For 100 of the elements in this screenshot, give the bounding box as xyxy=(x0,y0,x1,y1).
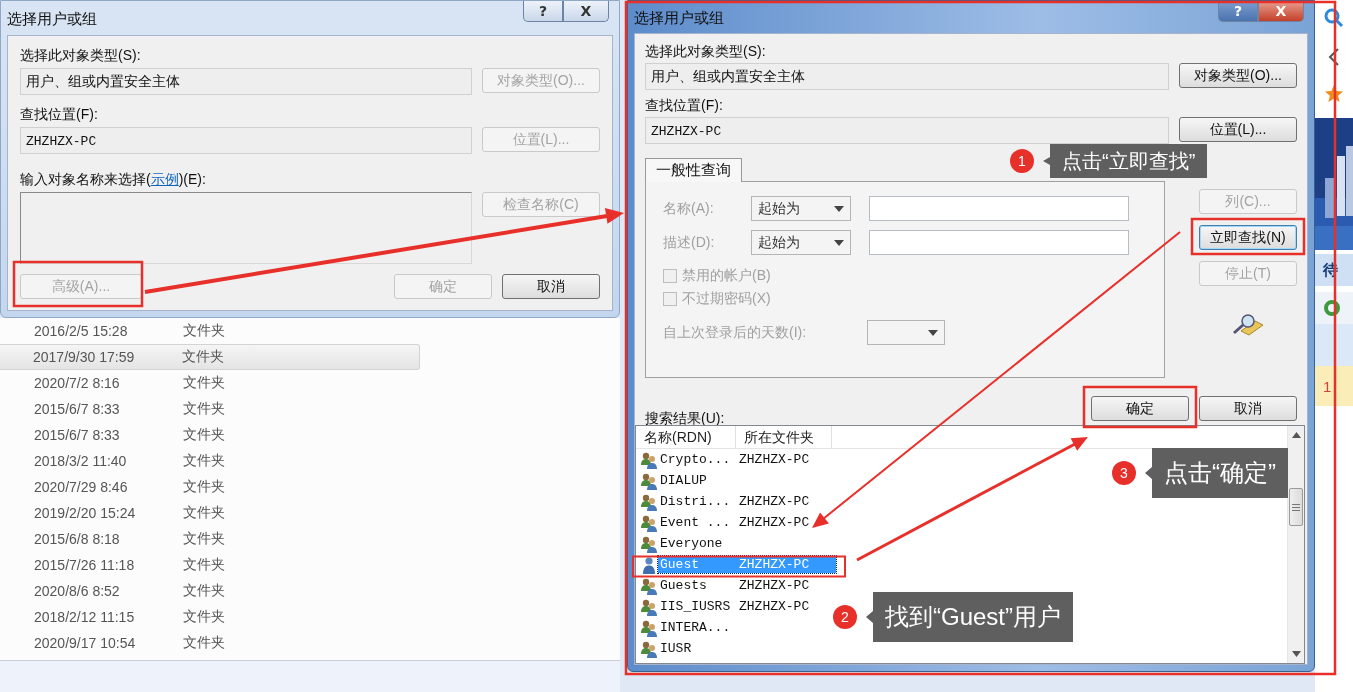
result-row[interactable]: Crypto... ZHZHZX-PC xyxy=(658,451,836,468)
column-header[interactable]: 所在文件夹 xyxy=(736,426,832,448)
object-names-field[interactable] xyxy=(20,192,472,264)
file-type: 文件夹 xyxy=(182,348,224,366)
result-row[interactable]: Guests ZHZHZX-PC xyxy=(658,577,836,594)
field-label: 自上次登录后的天数(I): xyxy=(663,323,808,342)
dropdown-caret-icon xyxy=(834,205,844,212)
file-row[interactable]: 2020/7/29 8:46 文件夹 xyxy=(0,474,420,500)
file-row[interactable]: 2015/6/7 8:33 文件夹 xyxy=(0,396,420,422)
file-row[interactable]: 2020/8/6 8:52 文件夹 xyxy=(0,578,420,604)
date-modified: 2020/9/17 10:54 xyxy=(34,635,137,651)
user-icon xyxy=(640,555,658,574)
help-button[interactable]: ? xyxy=(523,1,563,22)
file-type: 文件夹 xyxy=(183,634,225,652)
field-label: 查找位置(F): xyxy=(20,105,99,123)
group-icon xyxy=(640,471,658,490)
date-modified: 2015/6/7 8:33 xyxy=(34,401,121,417)
callout-label: 找到“Guest”用户 xyxy=(866,592,1073,642)
column-header[interactable]: 名称(RDN) xyxy=(636,426,736,448)
date-modified: 2020/7/2 8:16 xyxy=(34,375,121,391)
field-label: 查找位置(F): xyxy=(645,96,724,114)
object-type-field: 用户、组或内置安全主体 xyxy=(645,63,1169,90)
file-row[interactable]: 2018/3/2 11:40 文件夹 xyxy=(0,448,420,474)
group-icon xyxy=(640,534,658,553)
scroll-thumb[interactable] xyxy=(1289,488,1303,526)
scroll-down-icon[interactable] xyxy=(1291,651,1301,657)
field-label: 选择此对象类型(S): xyxy=(645,42,767,60)
scroll-up-icon[interactable] xyxy=(1291,432,1301,438)
file-row[interactable]: 2020/7/2 8:16 文件夹 xyxy=(0,370,420,396)
file-type: 文件夹 xyxy=(183,426,225,444)
ok-button[interactable]: 确定 xyxy=(1091,396,1189,421)
group-icon xyxy=(640,576,658,595)
file-type: 文件夹 xyxy=(183,400,225,418)
result-row[interactable]: IIS_IUSRS ZHZHZX-PC xyxy=(658,598,836,615)
file-row[interactable]: 2015/7/26 11:18 文件夹 xyxy=(0,552,420,578)
date-modified: 2016/2/5 15:28 xyxy=(34,323,129,339)
file-type: 文件夹 xyxy=(183,530,225,548)
chevron-left-icon[interactable] xyxy=(1328,48,1340,66)
field-label: 选择此对象类型(S): xyxy=(20,46,142,64)
file-type: 文件夹 xyxy=(183,582,225,600)
date-modified: 2017/9/30 17:59 xyxy=(33,349,136,365)
group-icon xyxy=(640,639,658,658)
file-type: 文件夹 xyxy=(183,374,225,392)
file-type: 文件夹 xyxy=(183,504,225,522)
result-row[interactable]: Event ... ZHZHZX-PC xyxy=(658,514,836,531)
search-icon xyxy=(1324,8,1344,28)
scrollbar[interactable] xyxy=(1287,426,1304,663)
search-input[interactable] xyxy=(869,196,1129,221)
close-button[interactable]: X xyxy=(563,1,609,22)
file-row[interactable]: 2019/2/20 15:24 文件夹 xyxy=(0,500,420,526)
group-icon xyxy=(640,492,658,511)
result-row[interactable]: Everyone xyxy=(658,535,836,552)
query-tab[interactable]: 一般性查询 xyxy=(645,158,742,182)
location-field: ZHZHZX-PC xyxy=(20,127,472,154)
location-field: ZHZHZX-PC xyxy=(645,117,1169,144)
names-label: 输入对象名称来选择(示例)(E): xyxy=(20,170,207,188)
result-row[interactable]: DIALUP xyxy=(658,472,836,489)
action-button[interactable]: 立即查找(N) xyxy=(1199,225,1297,250)
window-title: 选择用户或组 xyxy=(634,8,724,28)
file-row[interactable]: 2015/6/8 8:18 文件夹 xyxy=(0,526,420,552)
date-modified: 2019/2/20 15:24 xyxy=(34,505,137,521)
file-type: 文件夹 xyxy=(183,478,225,496)
file-row[interactable]: 2016/2/5 15:28 文件夹 xyxy=(0,318,420,344)
window-title: 选择用户或组 xyxy=(7,9,97,29)
dropdown-caret-icon xyxy=(928,329,938,336)
date-modified: 2020/7/29 8:46 xyxy=(34,479,129,495)
field-label: 描述(D): xyxy=(663,233,716,252)
result-row[interactable]: IUSR xyxy=(658,640,836,657)
group-icon xyxy=(640,618,658,637)
date-modified: 2018/2/12 11:15 xyxy=(34,609,136,625)
result-row[interactable]: INTERA... xyxy=(658,619,836,636)
file-row[interactable]: 2015/6/7 8:33 文件夹 xyxy=(0,422,420,448)
object-types-button[interactable]: 对象类型(O)... xyxy=(1179,63,1297,88)
file-type: 文件夹 xyxy=(183,608,225,626)
callout-label: 点击“确定” xyxy=(1145,448,1288,498)
date-modified: 2020/8/6 8:52 xyxy=(34,583,121,599)
result-row[interactable]: Distri... ZHZHZX-PC xyxy=(658,493,836,510)
date-modified: 2015/7/26 11:18 xyxy=(34,557,136,573)
search-input[interactable] xyxy=(869,230,1129,255)
search-icon xyxy=(1231,313,1265,337)
cancel-button[interactable]: 取消 xyxy=(502,274,600,299)
file-row[interactable]: 2018/2/12 11:15 文件夹 xyxy=(0,604,420,630)
locations-button[interactable]: 位置(L)... xyxy=(1179,117,1297,142)
object-type-field: 用户、组或内置安全主体 xyxy=(20,68,472,95)
checkbox-label: 禁用的帐户(B) xyxy=(682,267,772,285)
star-icon xyxy=(1324,84,1344,104)
file-type: 文件夹 xyxy=(183,452,225,470)
cancel-button[interactable]: 取消 xyxy=(1199,396,1297,421)
dropdown-caret-icon xyxy=(834,239,844,246)
file-type: 文件夹 xyxy=(183,322,225,340)
file-row[interactable]: 2017/9/30 17:59 文件夹 xyxy=(0,344,420,370)
group-icon xyxy=(640,513,658,532)
count-cell: 1 xyxy=(1315,366,1353,406)
date-modified: 2015/6/8 8:18 xyxy=(34,531,121,547)
results-label: 搜索结果(U): xyxy=(645,409,725,427)
checkbox-label: 不过期密码(X) xyxy=(682,290,772,308)
examples-link[interactable]: 示例 xyxy=(150,171,179,187)
field-label: 名称(A): xyxy=(663,199,715,218)
group-icon xyxy=(640,450,658,469)
file-row[interactable]: 2020/9/17 10:54 文件夹 xyxy=(0,630,420,656)
